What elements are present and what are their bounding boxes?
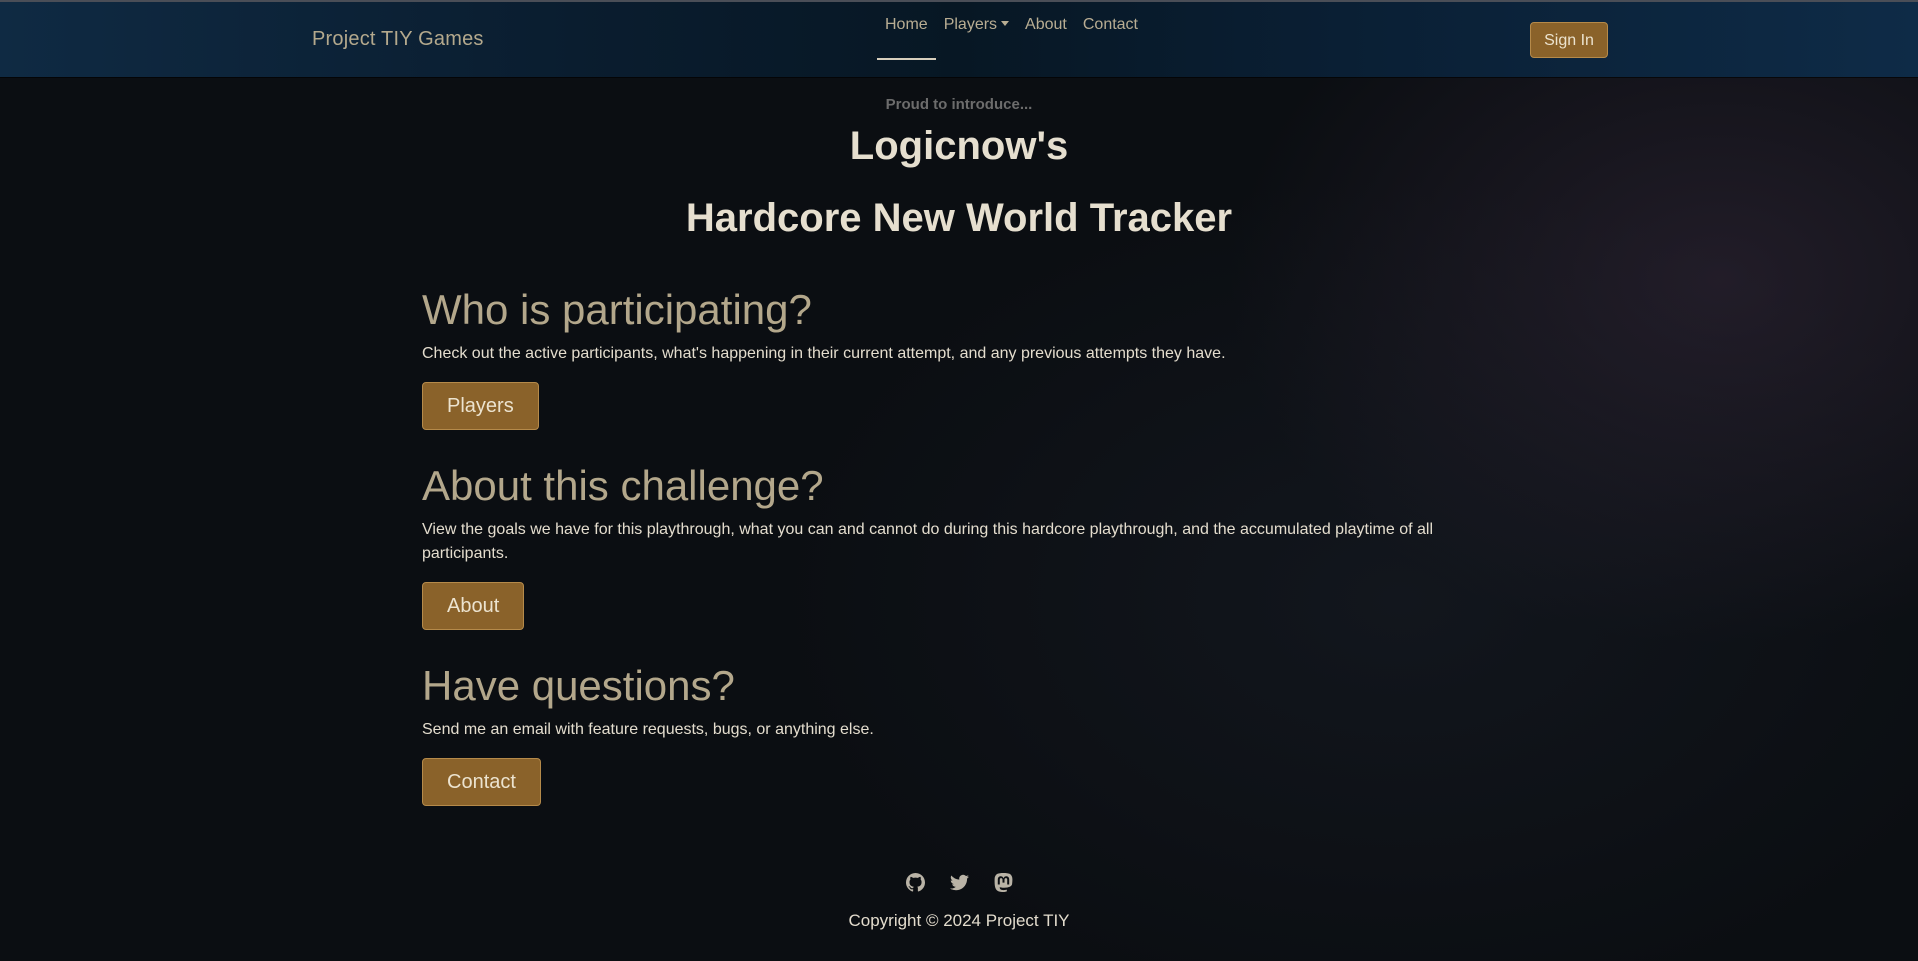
brand-link[interactable]: Project TIY Games: [312, 28, 484, 51]
section-text: Send me an email with feature requests, …: [422, 721, 874, 738]
twitter-icon[interactable]: [949, 873, 969, 892]
section-participants: Who is participating? Check out the acti…: [422, 286, 1502, 430]
sign-in-button[interactable]: Sign In: [1530, 22, 1608, 58]
nav-link-about[interactable]: About: [1017, 2, 1075, 77]
hero-subtitle: Hardcore New World Tracker: [685, 196, 1233, 240]
github-icon[interactable]: [905, 873, 925, 892]
section-contact: Have questions? Send me an email with fe…: [422, 662, 1502, 806]
nav-link-contact[interactable]: Contact: [1075, 2, 1146, 77]
about-button[interactable]: About: [422, 582, 525, 630]
navbar: Project TIY Games Home Players About Con…: [0, 2, 1918, 77]
nav-link-home[interactable]: Home: [877, 2, 936, 77]
nav-links: Home Players About Contact: [877, 2, 1146, 77]
hero-title: Logicnow's: [849, 124, 1069, 168]
contact-button[interactable]: Contact: [422, 758, 541, 806]
section-text: View the goals we have for this playthro…: [422, 521, 1433, 562]
section-heading: Have questions?: [422, 662, 735, 709]
section-about: About this challenge? View the goals we …: [422, 462, 1502, 630]
section-heading: Who is participating?: [422, 286, 812, 333]
section-text: Check out the active participants, what'…: [422, 345, 1226, 362]
hero-pretitle: Proud to introduce...: [885, 96, 1033, 113]
nav-link-home-label: Home: [885, 16, 928, 33]
social-links: [0, 873, 1918, 892]
section-heading: About this challenge?: [422, 462, 824, 509]
copyright: Copyright © 2024 Project TIY: [848, 911, 1070, 930]
mastodon-icon[interactable]: [994, 873, 1013, 892]
nav-link-players[interactable]: Players: [936, 2, 1017, 77]
nav-link-contact-label: Contact: [1082, 16, 1138, 33]
players-button[interactable]: Players: [422, 382, 539, 430]
nav-link-about-label: About: [1025, 16, 1067, 33]
nav-link-players-label: Players: [943, 16, 998, 33]
caret-down-icon: [1001, 21, 1010, 27]
